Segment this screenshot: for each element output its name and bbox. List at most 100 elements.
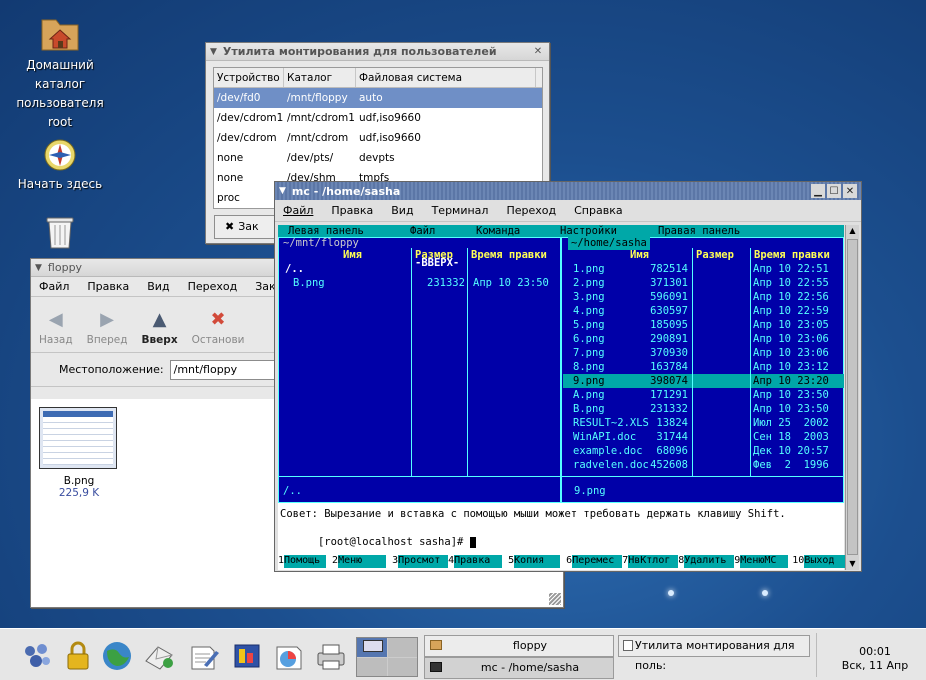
- file-size: 225,9 K: [58, 487, 100, 499]
- close-icon[interactable]: ✕: [843, 184, 857, 198]
- table-row[interactable]: /dev/cdrom /mnt/cdrom udf,iso9660: [214, 128, 542, 148]
- menu-edit[interactable]: Правка: [331, 204, 373, 217]
- menu-go[interactable]: Переход: [188, 280, 238, 293]
- lock-icon[interactable]: [66, 641, 90, 671]
- back-button[interactable]: ◀ Назад: [39, 309, 73, 346]
- fkey-view[interactable]: Просмот: [398, 555, 449, 568]
- clock[interactable]: 00:01 Вск, 11 Апр: [830, 645, 920, 673]
- writer-icon[interactable]: [186, 639, 220, 673]
- list-item[interactable]: 7.png 370930 Апр 10 23:06: [563, 346, 844, 360]
- fkey-edit[interactable]: Правка: [454, 555, 503, 568]
- fkey-exit[interactable]: Выход: [804, 555, 847, 568]
- file-time: Июл 25 2002: [753, 417, 829, 429]
- col-device[interactable]: Устройство: [214, 68, 284, 87]
- col-filesystem[interactable]: Файловая система: [356, 68, 536, 87]
- task-mount[interactable]: Утилита монтирования для поль:: [618, 635, 810, 672]
- list-item[interactable]: 9.png 398074 Апр 10 23:20: [563, 374, 844, 388]
- task-floppy[interactable]: floppy: [424, 635, 614, 657]
- col-directory[interactable]: Каталог: [284, 68, 356, 87]
- workspace-4[interactable]: [387, 657, 417, 676]
- up-button[interactable]: ▲ Вверх: [142, 309, 178, 346]
- fkey-help[interactable]: Помощь: [284, 555, 327, 568]
- list-item[interactable]: radvelen.doc 452608 Фев 2 1996: [563, 458, 844, 472]
- list-item[interactable]: 2.png 371301 Апр 10 22:55: [563, 276, 844, 290]
- menu-edit[interactable]: Правка: [87, 280, 129, 293]
- menu-view[interactable]: Вид: [391, 204, 413, 217]
- terminal-screen[interactable]: Левая панель Файл Команда Настройки Прав…: [278, 225, 847, 570]
- impress-icon[interactable]: [230, 639, 264, 673]
- fkey-usermenu[interactable]: МенюМС: [740, 555, 789, 568]
- file-name: 6.png: [573, 333, 605, 345]
- main-menu-icon[interactable]: [20, 639, 54, 673]
- list-item[interactable]: 6.png 290891 Апр 10 23:06: [563, 332, 844, 346]
- mail-icon[interactable]: [142, 639, 176, 673]
- menu-help[interactable]: Справка: [574, 204, 622, 217]
- command-prompt[interactable]: [root@localhost sasha]#: [280, 521, 846, 548]
- file-size: 13824: [656, 417, 688, 429]
- list-item[interactable]: 3.png 596091 Апр 10 22:56: [563, 290, 844, 304]
- file-name: 2.png: [573, 277, 605, 289]
- browser-icon[interactable]: [100, 639, 134, 673]
- scroll-up-icon[interactable]: ▲: [846, 225, 859, 237]
- panel-divider: [562, 476, 843, 477]
- workspace-2[interactable]: [387, 638, 417, 657]
- desktop-icon-trash[interactable]: [10, 212, 110, 252]
- printer-icon[interactable]: [314, 641, 348, 671]
- fkey-menu[interactable]: Меню: [338, 555, 387, 568]
- table-row[interactable]: none /dev/pts/ devpts: [214, 148, 542, 168]
- mount-table-header: Устройство Каталог Файловая система: [214, 68, 542, 88]
- file-name: radvelen.doc: [573, 459, 649, 471]
- list-item[interactable]: A.png 171291 Апр 10 23:50: [563, 388, 844, 402]
- close-icon[interactable]: ✕: [531, 45, 545, 59]
- scroll-down-icon[interactable]: ▼: [846, 558, 859, 570]
- menu-file[interactable]: Файл: [283, 204, 313, 217]
- scroll-thumb[interactable]: [847, 239, 858, 555]
- table-row[interactable]: /dev/cdrom1 /mnt/cdrom1 udf,iso9660: [214, 108, 542, 128]
- window-menu-icon[interactable]: ▼: [279, 186, 286, 196]
- desktop-icon-start-here[interactable]: Начать здесь: [10, 135, 110, 194]
- list-item[interactable]: 5.png 185095 Апр 10 23:05: [563, 318, 844, 332]
- start-here-label: Начать здесь: [17, 177, 103, 191]
- table-row[interactable]: /dev/fd0 /mnt/floppy auto: [214, 88, 542, 108]
- window-menu-icon[interactable]: ▼: [210, 47, 217, 57]
- terminal-titlebar[interactable]: ▼ mc - /home/sasha ▁ ☐ ✕: [275, 182, 861, 200]
- terminal-scrollbar[interactable]: ▲ ▼: [845, 225, 859, 570]
- calc-icon[interactable]: [272, 639, 306, 673]
- list-item[interactable]: WinAPI.doc 31744 Сен 18 2003: [563, 430, 844, 444]
- workspace-1[interactable]: [357, 638, 387, 657]
- mount-titlebar[interactable]: ▼ Утилита монтирования для пользователей…: [206, 43, 549, 61]
- file-size: 452608: [650, 459, 688, 471]
- file-time: Апр 10 23:50: [753, 403, 829, 415]
- minimize-icon[interactable]: ▁: [811, 184, 825, 198]
- menu-terminal[interactable]: Терминал: [432, 204, 489, 217]
- file-time: Апр 10 23:12: [753, 361, 829, 373]
- menu-go[interactable]: Переход: [506, 204, 556, 217]
- mc-menu-right-panel[interactable]: Правая панель: [658, 225, 740, 237]
- up-arrow-icon: ▲: [152, 309, 167, 330]
- list-item[interactable]: 4.png 630597 Апр 10 22:59: [563, 304, 844, 318]
- workspace-3[interactable]: [357, 657, 387, 676]
- mc-left-panel[interactable]: ~/mnt/floppy Имя Размер Время правки /..…: [278, 237, 561, 503]
- list-item[interactable]: example.doc 68096 Дек 10 20:57: [563, 444, 844, 458]
- desktop-icon-home[interactable]: Домашний каталог пользователя root: [10, 12, 110, 132]
- list-item[interactable]: 8.png 163784 Апр 10 23:12: [563, 360, 844, 374]
- file-item[interactable]: B.png 225,9 K: [39, 407, 119, 499]
- list-item[interactable]: B.png 231332 Апр 10 23:50: [563, 402, 844, 416]
- list-item[interactable]: RESULT~2.XLS 13824 Июл 25 2002: [563, 416, 844, 430]
- list-item[interactable]: 1.png 782514 Апр 10 22:51: [563, 262, 844, 276]
- forward-button[interactable]: ▶ Вперед: [87, 309, 128, 346]
- fkey-move[interactable]: Перемес: [572, 555, 623, 568]
- window-menu-icon[interactable]: ▼: [35, 263, 42, 273]
- menu-view[interactable]: Вид: [147, 280, 169, 293]
- fkey-mkdir[interactable]: НвКтлог: [628, 555, 679, 568]
- stop-button[interactable]: ✖ Останови: [192, 309, 245, 346]
- fkey-delete[interactable]: Удалить: [684, 555, 735, 568]
- maximize-icon[interactable]: ☐: [827, 184, 841, 198]
- resize-grip[interactable]: [549, 593, 561, 605]
- fkey-copy[interactable]: Копия: [514, 555, 561, 568]
- mc-right-panel[interactable]: ~/home/sasha Имя Размер Время правки 1.p…: [561, 236, 844, 503]
- file-size: 185095: [650, 319, 688, 331]
- workspace-switcher[interactable]: [356, 637, 418, 677]
- menu-file[interactable]: Файл: [39, 280, 69, 293]
- task-terminal[interactable]: mc - /home/sasha: [424, 657, 614, 679]
